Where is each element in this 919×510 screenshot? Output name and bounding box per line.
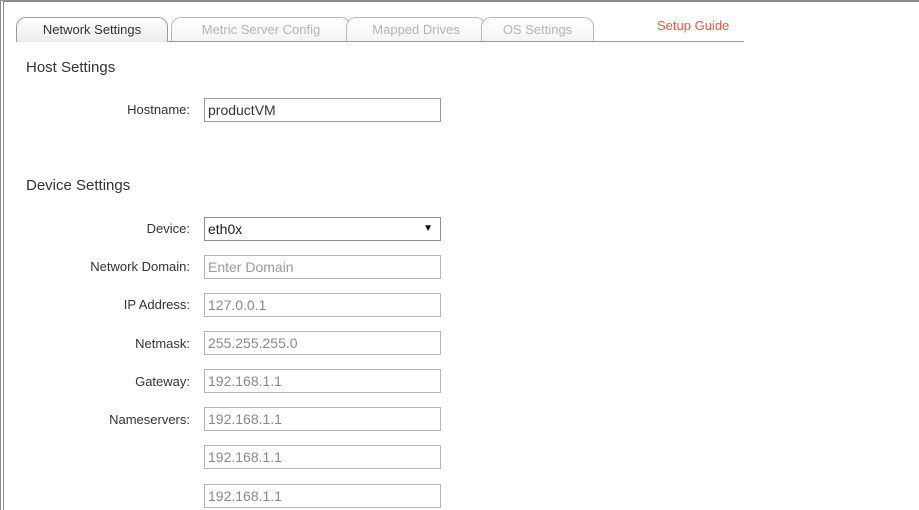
netmask-label: Netmask: <box>135 336 190 351</box>
device-selected-value: eth0x <box>208 221 243 237</box>
nameserver-1-input[interactable] <box>204 407 441 431</box>
nameserver-3-input[interactable] <box>204 484 441 508</box>
settings-panel-frame: Network Settings Metric Server Config Ma… <box>0 0 919 510</box>
device-label: Device: <box>146 221 190 236</box>
nameservers-label: Nameservers: <box>109 412 190 427</box>
hostname-label: Hostname: <box>127 102 190 117</box>
tab-os-settings[interactable]: OS Settings <box>481 17 594 41</box>
setup-guide-link[interactable]: Setup Guide <box>657 18 729 33</box>
device-settings-heading: Device Settings <box>26 177 131 194</box>
nameserver-2-input[interactable] <box>204 445 441 469</box>
netmask-input[interactable] <box>204 331 441 355</box>
hostname-input[interactable] <box>204 98 441 122</box>
gateway-input[interactable] <box>204 369 441 393</box>
tab-metric-server-config[interactable]: Metric Server Config <box>171 17 351 41</box>
network-domain-label: Network Domain: <box>90 259 190 274</box>
gateway-label: Gateway: <box>135 374 190 389</box>
network-domain-input[interactable] <box>204 255 441 279</box>
host-settings-heading: Host Settings <box>26 59 116 76</box>
ip-address-label: IP Address: <box>123 297 190 312</box>
tab-network-settings[interactable]: Network Settings <box>16 17 168 42</box>
device-select[interactable]: eth0x ▼ <box>204 217 441 241</box>
down-triangle-icon: ▼ <box>423 223 433 234</box>
tab-mapped-drives[interactable]: Mapped Drives <box>346 17 486 41</box>
ip-address-input[interactable] <box>204 293 441 317</box>
